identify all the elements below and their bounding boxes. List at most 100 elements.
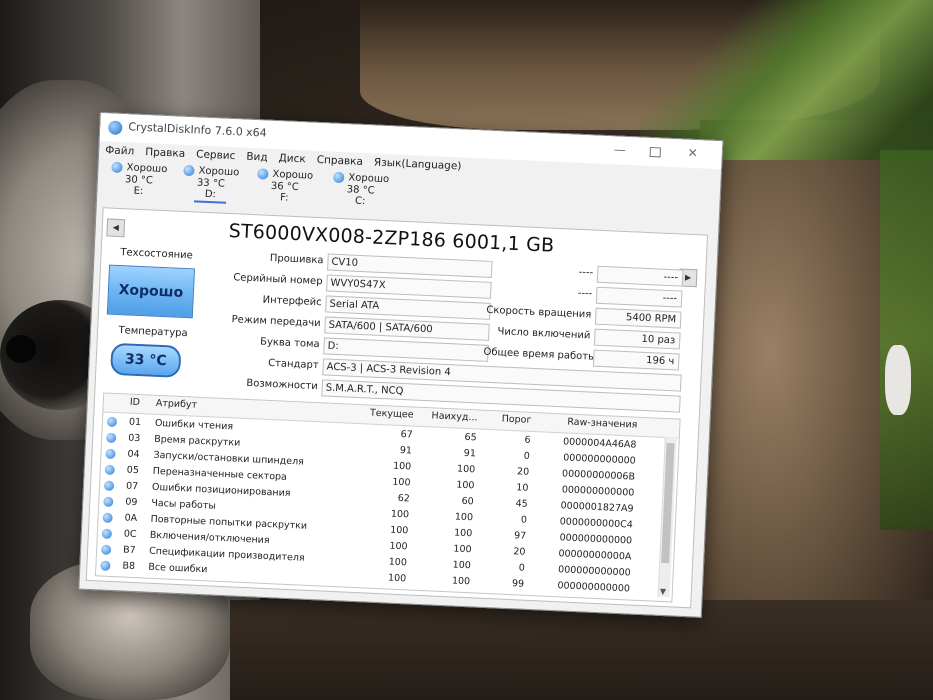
cell-worst: 100 [453,527,473,540]
serial-value: WVY0S47X [326,274,492,299]
column-id[interactable]: ID [130,397,141,408]
status-dot-icon [101,528,113,542]
cell-raw-value: 000000000000 [559,532,633,547]
column-current[interactable]: Текущее [365,407,414,421]
cell-id: 04 [127,448,140,461]
prev-disk-button[interactable]: ◀ [106,218,126,238]
cell-current: 100 [392,460,412,473]
scroll-down-arrow-icon[interactable]: ▼ [660,587,667,596]
cell-id: 0C [123,528,137,541]
cell-raw-value: 0000000000C4 [559,516,634,531]
health-dot-icon [104,464,116,476]
menu-disk[interactable]: Диск [278,152,306,169]
health-dot-icon [183,164,195,177]
cell-threshold: 20 [513,546,526,558]
status-dot-icon [100,559,111,573]
cell-worst: 100 [452,559,472,572]
cell-raw-value: 000000000000 [561,484,635,499]
health-dot-icon [333,171,345,184]
power-on-hours-value: 196 ч [592,349,680,371]
cell-id: 05 [126,464,140,477]
status-dot-icon [106,432,117,446]
menu-file[interactable]: Файл [105,144,135,161]
minimize-button[interactable]: — [604,138,635,161]
health-dot-icon [103,480,115,492]
cell-worst: 100 [456,463,476,476]
cell-attribute: Часы работы [151,497,217,512]
cell-threshold: 20 [516,466,530,478]
column-raw-values[interactable]: Raw-значения [545,416,637,431]
drive-letter: F: [279,192,289,204]
interface-value: Serial ATA [325,295,491,320]
health-dot-icon [257,168,269,180]
drive-tab-d[interactable]: Хорошо 33 °C D: [175,164,246,204]
drive-letter: D: [194,188,227,204]
transfer-mode-label: Режим передачи [231,314,321,330]
background-foliage [640,0,933,160]
health-status-button[interactable]: Хорошо [106,264,195,319]
volume-letter-value: D: [323,337,489,362]
cell-attribute: Ошибки чтения [154,417,234,433]
cell-threshold: 0 [523,450,531,462]
maximize-button[interactable] [639,140,670,163]
cell-raw-value: 000000000000 [557,564,631,579]
firmware-value: CV10 [327,253,493,278]
standard-label: Стандарт [267,357,319,372]
cell-raw-value: 0000001827A9 [560,500,634,515]
health-dot-icon [103,496,114,508]
temperature-label: Температура [118,325,188,340]
drive-letter: E: [133,185,144,198]
status-dot-icon [100,544,112,558]
drive-tab-f[interactable]: Хорошо 36 °C F: [249,168,320,205]
cell-id: B7 [122,544,136,557]
scrollbar-thumb[interactable] [661,443,675,564]
cell-threshold: 0 [518,562,525,574]
menu-tools[interactable]: Сервис [196,148,236,166]
health-dot-icon [105,448,116,460]
menu-view[interactable]: Вид [246,151,268,168]
health-dot-icon [106,416,118,428]
health-dot-icon [111,161,123,174]
column-attribute[interactable]: Атрибут [156,398,198,411]
menu-edit[interactable]: Правка [145,146,185,164]
cell-attribute: Время раскрутки [153,433,241,449]
cell-current: 100 [387,572,407,585]
cell-current: 62 [397,492,411,505]
features-label: Возможности [246,377,319,393]
status-dot-icon [105,448,116,462]
cell-worst: 100 [453,543,472,556]
cell-worst: 100 [451,575,471,588]
drive-letter: C: [354,195,366,208]
volume-letter-label: Буква тома [259,336,320,351]
cell-threshold: 6 [524,434,531,446]
rotation-speed-label: Скорость вращения [486,304,592,321]
status-dot-icon [102,512,113,526]
power-on-hours-label: Общее время работы [483,346,597,363]
background-raccoon-eye [6,335,36,363]
drive-status: Хорошо [272,168,314,182]
column-threshold[interactable]: Порог [483,413,531,426]
cell-raw-value: 000000000000 [557,580,631,595]
health-dot-icon [106,432,117,444]
cell-current: 67 [400,428,413,441]
cell-raw-value: 0000004A46A8 [562,436,637,451]
health-dot-icon [100,560,111,571]
maximize-icon [649,146,661,158]
blank-label-2: ---- [577,287,593,300]
drive-tab-c[interactable]: Хорошо 38 °C C: [325,171,396,208]
drive-status: Хорошо [348,172,390,186]
blank-value-1: ---- [596,265,684,287]
cell-raw-value: 000000000000 [563,452,636,467]
drive-status: Хорошо [126,162,168,176]
cell-id: 0A [124,512,138,525]
menu-help[interactable]: Справка [316,154,363,172]
cell-threshold: 97 [513,530,527,542]
cell-worst: 91 [463,447,477,460]
cell-raw-value: 00000000006B [561,468,636,483]
health-label: Техсостояние [120,247,194,262]
close-button[interactable]: ✕ [677,141,708,164]
column-worst[interactable]: Наихуд... [425,410,477,423]
cell-attribute: Все ошибки [148,561,208,576]
drive-tab-e[interactable]: Хорошо 30 °C E: [103,161,174,198]
status-dot-icon [103,480,115,494]
